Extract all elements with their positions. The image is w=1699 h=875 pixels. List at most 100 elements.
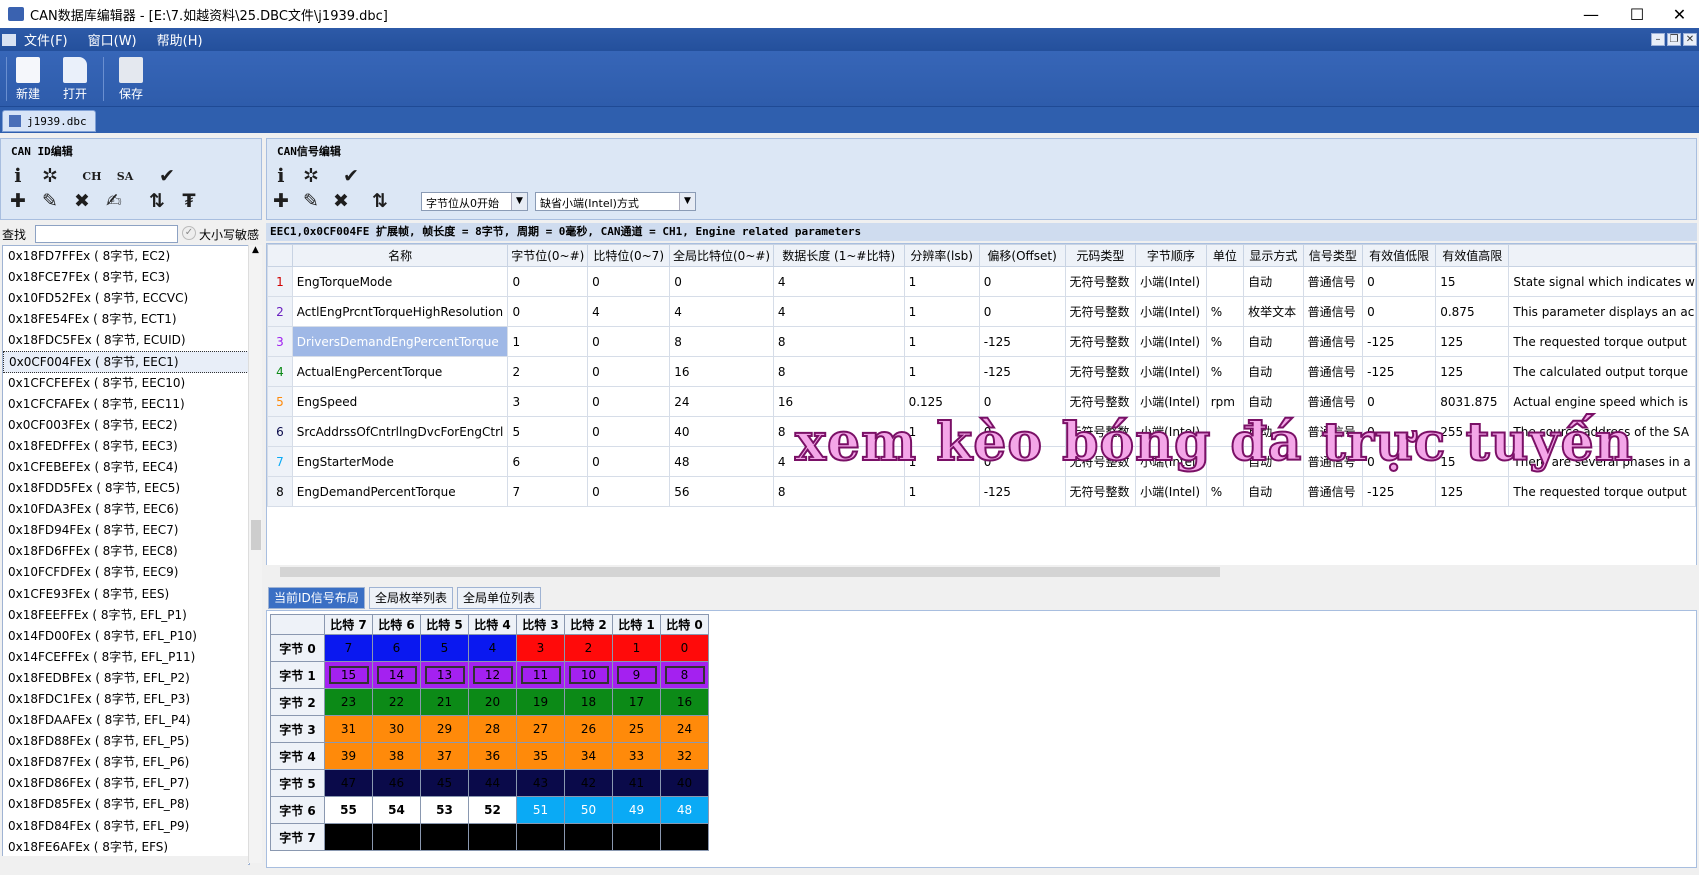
list-item[interactable]: 0x18FEDFFEx ( 8字节, EEC3) (3, 436, 249, 457)
scrollbar-thumb[interactable] (251, 520, 261, 550)
cell-name[interactable]: EngDemandPercentTorque (291, 476, 509, 507)
document-tab[interactable]: j1939.dbc (2, 110, 96, 132)
tab-signal-layout[interactable]: 当前ID信号布局 (268, 587, 365, 609)
cell-max[interactable]: 125 (1435, 476, 1510, 507)
cell-name[interactable]: DriversDemandEngPercentTorque (291, 326, 509, 357)
bit-cell[interactable] (516, 823, 565, 851)
bit-cell[interactable]: 18 (564, 688, 613, 716)
list-item[interactable]: 0x18FD87FEx ( 8字节, EFL_P6) (3, 752, 249, 773)
cell-off[interactable]: -125 (978, 476, 1066, 507)
cell-off[interactable]: 0 (978, 266, 1066, 297)
cell-len[interactable]: 8 (772, 476, 905, 507)
endian-dropdown[interactable]: 缺省小端(Intel)方式 ▼ (535, 192, 696, 211)
source-address-button[interactable]: SA (114, 165, 136, 187)
sort-icon[interactable]: ⇅ (146, 190, 168, 212)
cell-gbit[interactable]: 24 (669, 386, 774, 417)
cell-unit[interactable]: % (1205, 326, 1245, 357)
minimize-button[interactable]: — (1568, 0, 1614, 28)
bit-cell[interactable]: 13 (420, 661, 469, 689)
cell-enc[interactable]: 无符号整数 (1064, 326, 1137, 357)
cell-disp[interactable]: 枚举文本 (1243, 296, 1304, 327)
cell-disp[interactable]: 自动 (1243, 356, 1304, 387)
delete-icon[interactable]: ✖ (71, 190, 93, 212)
menu-file[interactable]: 文件(F) (16, 30, 78, 49)
column-header[interactable]: 名称 (291, 244, 509, 267)
cell-gbit[interactable]: 56 (669, 476, 774, 507)
column-header[interactable]: 信号类型 (1302, 244, 1364, 267)
search-input[interactable] (35, 225, 178, 243)
cell-min[interactable]: -125 (1362, 356, 1437, 387)
byte-order-dropdown[interactable]: 字节位从0开始 ▼ (421, 192, 528, 211)
cell-unit[interactable] (1205, 266, 1245, 297)
list-item[interactable]: 0x18FDC1FEx ( 8字节, EFL_P3) (3, 689, 249, 710)
channel-button[interactable]: CH (81, 165, 103, 187)
cell-res[interactable]: 1 (903, 356, 980, 387)
bit-cell[interactable] (564, 823, 613, 851)
bit-cell[interactable]: 20 (468, 688, 517, 716)
open-button[interactable]: 打开 (55, 55, 95, 103)
bit-cell[interactable]: 22 (372, 688, 421, 716)
bit-cell[interactable]: 14 (372, 661, 421, 689)
cell-off[interactable]: 0 (978, 296, 1066, 327)
bit-cell[interactable]: 36 (468, 742, 517, 770)
menu-window[interactable]: 窗口(W) (78, 30, 147, 49)
list-item[interactable]: 0x18FCE7FEx ( 8字节, EC3) (3, 267, 249, 288)
cell-byte[interactable]: 0 (507, 296, 589, 327)
bit-cell[interactable]: 26 (564, 715, 613, 743)
list-item[interactable]: 0x18FDC5FEx ( 8字节, ECUID) (3, 330, 249, 351)
bit-cell[interactable]: 49 (612, 796, 661, 824)
list-item[interactable]: 0x1CFE93FEx ( 8字节, EES) (3, 584, 249, 605)
cell-res[interactable]: 1 (903, 266, 980, 297)
cell-bit[interactable]: 0 (587, 356, 671, 387)
bit-cell[interactable] (324, 823, 373, 851)
info-icon[interactable]: ℹ (7, 165, 29, 187)
cell-off[interactable]: -125 (978, 356, 1066, 387)
scroll-up-icon[interactable]: ▲ (249, 245, 262, 255)
list-item[interactable]: 0x1CFEBEFEx ( 8字节, EEC4) (3, 457, 249, 478)
cell-type[interactable]: 普通信号 (1302, 266, 1364, 297)
column-header[interactable]: 偏移(Offset) (978, 244, 1066, 267)
bit-cell[interactable] (420, 823, 469, 851)
list-item[interactable]: 0x1CFCFAFEx ( 8字节, EEC11) (3, 394, 249, 415)
list-item[interactable]: 0x14FCEFFEx ( 8字节, EFL_P11) (3, 647, 249, 668)
bit-cell[interactable]: 50 (564, 796, 613, 824)
bit-cell[interactable]: 4 (468, 634, 517, 662)
column-header[interactable]: 数据长度 (1~#比特) (772, 244, 905, 267)
cell-max[interactable]: 0.875 (1435, 296, 1510, 327)
maximize-button[interactable]: ☐ (1614, 0, 1660, 28)
column-header[interactable]: 全局比特位(0~#) (669, 244, 774, 267)
list-item[interactable]: 0x1CFCFEFEx ( 8字节, EEC10) (3, 373, 249, 394)
cell-off[interactable]: -125 (978, 326, 1066, 357)
filter-icon[interactable]: ₮ (178, 190, 200, 212)
edit-add-icon[interactable]: ✎ (39, 190, 61, 212)
list-vertical-scrollbar[interactable]: ▲ (248, 245, 262, 863)
cell-bit[interactable]: 0 (587, 476, 671, 507)
bit-cell[interactable]: 7 (324, 634, 373, 662)
bit-cell[interactable]: 53 (420, 796, 469, 824)
cell-bit[interactable]: 0 (587, 446, 671, 477)
bit-cell[interactable]: 51 (516, 796, 565, 824)
bit-cell[interactable]: 11 (516, 661, 565, 689)
cell-desc[interactable]: This parameter displays an ac (1508, 296, 1696, 327)
bit-cell[interactable]: 28 (468, 715, 517, 743)
cell-bit[interactable]: 0 (587, 416, 671, 447)
signal-properties-icon[interactable]: ✲ (300, 165, 322, 187)
cell-bit[interactable]: 4 (587, 296, 671, 327)
cell-disp[interactable]: 自动 (1243, 266, 1304, 297)
cell-len[interactable]: 4 (772, 266, 905, 297)
cell-unit[interactable]: % (1205, 296, 1245, 327)
save-button[interactable]: 保存 (111, 55, 151, 103)
cell-enc[interactable]: 无符号整数 (1064, 476, 1137, 507)
table-row[interactable]: 2 ActlEngPrcntTorqueHighResolution 0 4 4 4 1 0 无… (267, 296, 1696, 327)
list-item[interactable]: 0x18FE54FEx ( 8字节, ECT1) (3, 309, 249, 330)
cell-enc[interactable]: 无符号整数 (1064, 266, 1137, 297)
properties-icon[interactable]: ✲ (39, 165, 61, 187)
bit-cell[interactable]: 32 (660, 742, 709, 770)
column-header[interactable]: 显示方式 (1243, 244, 1304, 267)
bit-cell[interactable]: 6 (372, 634, 421, 662)
list-item[interactable]: 0x10FDA3FEx ( 8字节, EEC6) (3, 499, 249, 520)
list-item[interactable]: 0x18FD84FEx ( 8字节, EFL_P9) (3, 816, 249, 837)
cell-res[interactable]: 1 (903, 296, 980, 327)
signal-edit-add-icon[interactable]: ✎ (300, 190, 322, 212)
signal-check-icon[interactable]: ✔ (340, 165, 362, 187)
